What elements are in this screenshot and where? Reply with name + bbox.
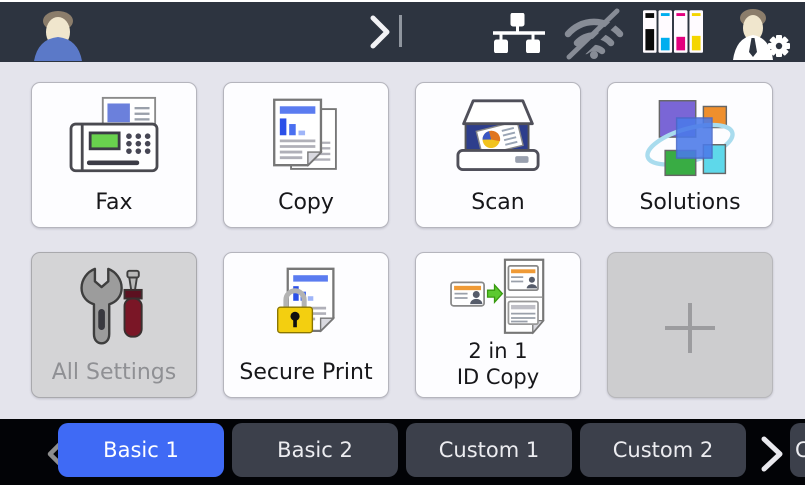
tile-label: Copy xyxy=(278,189,334,216)
tab-bar: Basic 1 Basic 2 Custom 1 Custom 2 C xyxy=(0,419,805,485)
tile-add-shortcut[interactable] xyxy=(607,252,773,398)
tab-scroll-right-icon[interactable] xyxy=(758,435,786,473)
ink-level-magenta xyxy=(676,37,685,51)
user-avatar-icon[interactable] xyxy=(26,9,90,61)
settings-tools-icon xyxy=(64,267,164,351)
tile-all-settings[interactable]: All Settings xyxy=(31,252,197,398)
tile-fax[interactable]: Fax xyxy=(31,82,197,228)
status-bar-divider xyxy=(399,15,402,47)
tab-basic-2[interactable]: Basic 2 xyxy=(232,423,398,477)
wifi-disabled-icon[interactable] xyxy=(561,8,627,60)
ink-levels-indicator[interactable] xyxy=(643,10,703,53)
tile-label: All Settings xyxy=(52,359,177,386)
ink-level-black xyxy=(645,29,654,50)
tile-label: Fax xyxy=(95,189,132,216)
tile-id-copy[interactable]: 2 in 1ID Copy xyxy=(415,252,581,398)
fax-icon xyxy=(62,96,166,182)
solutions-icon xyxy=(638,95,742,183)
tile-copy[interactable]: Copy xyxy=(223,82,389,228)
ink-level-cyan xyxy=(661,38,670,51)
tile-label: Scan xyxy=(471,189,525,216)
tab-custom-1[interactable]: Custom 1 xyxy=(406,423,572,477)
copy-icon xyxy=(256,96,356,182)
shortcut-expand-icon[interactable] xyxy=(368,14,394,50)
tile-label: Solutions xyxy=(639,189,740,216)
wired-network-icon[interactable] xyxy=(488,13,550,53)
tab-custom-2[interactable]: Custom 2 xyxy=(580,423,746,477)
tile-secure-print[interactable]: Secure Print xyxy=(223,252,389,398)
printer-touchscreen: Fax Copy xyxy=(0,0,805,485)
user-settings-icon[interactable] xyxy=(727,8,793,60)
status-bar xyxy=(0,2,805,62)
tab-basic-1[interactable]: Basic 1 xyxy=(58,423,224,477)
tab-partial-next[interactable]: C xyxy=(790,423,805,477)
tile-scan[interactable]: Scan xyxy=(415,82,581,228)
tile-label: 2 in 1ID Copy xyxy=(457,338,539,390)
scan-icon xyxy=(446,97,550,181)
screen-top-edge xyxy=(0,0,805,2)
home-shortcut-grid: Fax Copy xyxy=(0,62,805,419)
ink-level-yellow xyxy=(692,36,701,51)
tile-label: Secure Print xyxy=(239,359,372,386)
plus-icon xyxy=(665,303,715,353)
tile-solutions[interactable]: Solutions xyxy=(607,82,773,228)
secure-print-icon xyxy=(256,267,356,351)
gear-icon xyxy=(768,35,790,57)
id-copy-icon xyxy=(442,258,554,338)
